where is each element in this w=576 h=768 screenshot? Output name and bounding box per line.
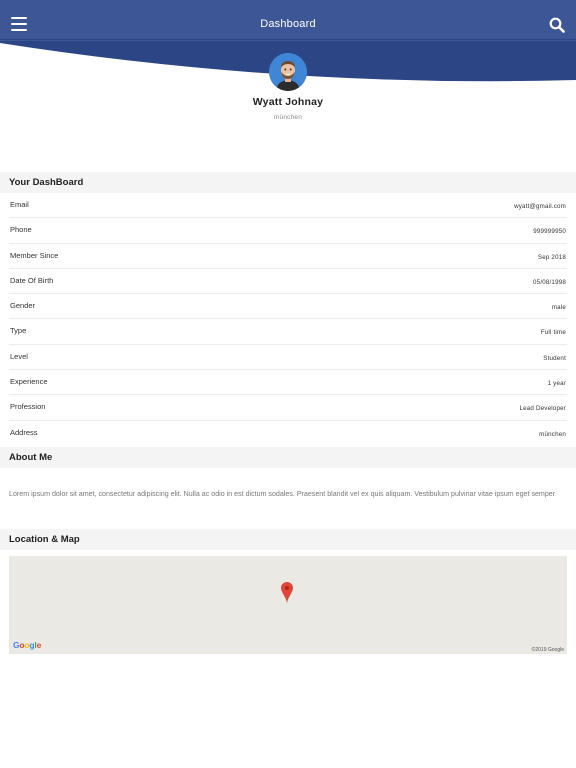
list-item: Type Full time [9, 319, 567, 345]
dashboard-list: Email wyatt@gmail.com Phone 999999950 Me… [0, 193, 576, 446]
row-label: Profession [10, 402, 46, 412]
list-item: Gender male [9, 294, 567, 320]
row-value: Student [543, 354, 566, 362]
row-label: Date Of Birth [10, 275, 54, 285]
row-value: 05/08/1998 [533, 278, 566, 286]
avatar-illustration [269, 53, 307, 91]
page-title: Dashboard [260, 18, 316, 30]
google-logo: Google [13, 640, 42, 650]
row-label: Member Since [10, 250, 59, 260]
map-pin-icon[interactable] [281, 582, 293, 604]
row-value: Full time [540, 329, 566, 337]
profile-name: Wyatt Johnay [252, 96, 324, 108]
about-text: Lorem ipsum dolor sit amet, consectetur … [9, 490, 556, 498]
map-view[interactable]: Google ©2019 Google [9, 556, 567, 654]
list-item: Date Of Birth 05/08/1998 [9, 269, 567, 295]
list-item: Phone 999999950 [9, 218, 567, 244]
map-copyright: ©2019 Google [531, 647, 564, 653]
avatar[interactable] [269, 53, 307, 91]
list-item: Profession Lead Developer [9, 395, 567, 421]
row-label: Gender [10, 301, 36, 311]
row-label: Phone [10, 225, 32, 235]
row-value: Lead Developer [519, 405, 566, 413]
row-value: male [551, 304, 566, 312]
row-label: Type [10, 326, 27, 336]
list-item: Level Student [9, 345, 567, 371]
row-label: Level [10, 351, 28, 361]
row-label: Address [10, 427, 38, 437]
list-item: Experience 1 year [9, 370, 567, 396]
profile-city: münchen [273, 114, 303, 121]
row-value: wyatt@gmail.com [514, 203, 566, 210]
list-item: Address münchen [9, 421, 567, 446]
list-item: Email wyatt@gmail.com [9, 193, 567, 219]
section-heading-about: About Me [0, 447, 576, 468]
row-label: Email [10, 200, 29, 209]
section-heading-location: Location & Map [0, 529, 576, 550]
section-heading-dashboard: Your DashBoard [0, 172, 576, 193]
search-icon[interactable] [549, 17, 565, 33]
list-item: Member Since Sep 2018 [9, 244, 567, 269]
row-label: Experience [10, 377, 48, 387]
row-value: Sep 2018 [537, 253, 566, 261]
row-value: 1 year [547, 380, 566, 388]
row-value: münchen [539, 430, 566, 438]
row-value: 999999950 [533, 228, 566, 236]
